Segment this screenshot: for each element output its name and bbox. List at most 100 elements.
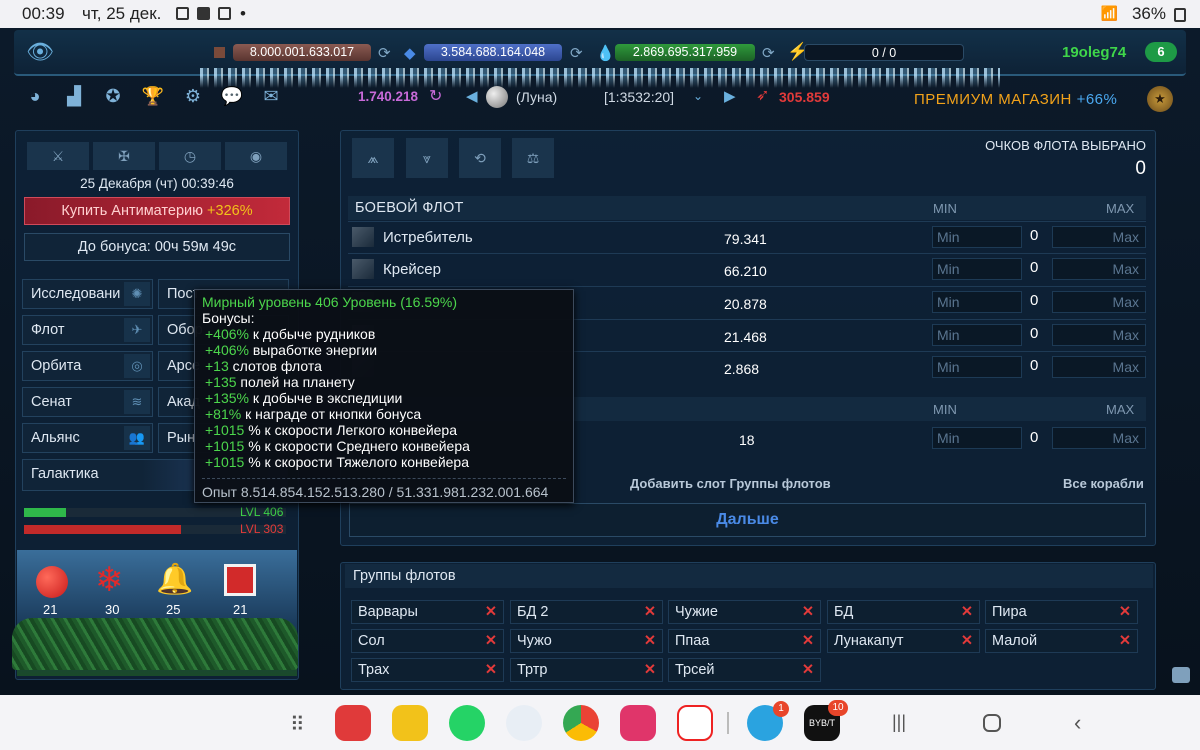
delete-icon[interactable]: ✕ — [802, 659, 814, 681]
fleet-group-item[interactable]: Сол ✕ — [351, 629, 504, 653]
fleet-group-item[interactable]: Малой ✕ — [985, 629, 1138, 653]
camera-app-icon[interactable] — [620, 705, 656, 741]
max-input[interactable]: Max — [1052, 356, 1146, 378]
delete-icon[interactable]: ✕ — [644, 630, 656, 652]
min-input[interactable]: Min — [932, 356, 1022, 378]
delete-icon[interactable]: ✕ — [1119, 630, 1131, 652]
delete-icon[interactable]: ✕ — [644, 601, 656, 623]
max-input[interactable]: Max — [1052, 258, 1146, 280]
planet-name[interactable]: (Луна) — [516, 89, 557, 105]
min-input[interactable]: Min — [932, 324, 1022, 346]
max-input[interactable]: Max — [1052, 324, 1146, 346]
planet-coords[interactable]: [1:3532:20] — [604, 89, 674, 105]
min-input[interactable]: Min — [932, 226, 1022, 248]
fleet-group-item[interactable]: БД 2 ✕ — [510, 600, 663, 624]
fleet-group-item[interactable]: Пира ✕ — [985, 600, 1138, 624]
formation-icon[interactable]: ⩕ — [352, 138, 394, 178]
ship-quantity-value[interactable]: 0 — [1030, 357, 1038, 374]
min-input[interactable]: Min — [932, 291, 1022, 313]
recents-button[interactable]: ||| — [892, 712, 906, 733]
planet-icon[interactable]: ◕ — [22, 84, 48, 108]
points-value: 305.859 — [779, 89, 830, 105]
delete-icon[interactable]: ✕ — [961, 601, 973, 623]
waves-icon: ≋ — [124, 390, 150, 414]
fleet-group-item[interactable]: Тртр ✕ — [510, 658, 663, 682]
min-input[interactable]: Min — [932, 427, 1022, 449]
menu-research[interactable]: Исследовани ✺ — [22, 279, 153, 309]
attack-formation-icon[interactable]: ⩔ — [406, 138, 448, 178]
back-button[interactable]: ‹ — [1074, 710, 1081, 736]
fleet-group-item[interactable]: Варвары ✕ — [351, 600, 504, 624]
clock-icon[interactable]: ◷ — [159, 142, 221, 170]
bells-icon[interactable]: 🔔 — [156, 562, 193, 597]
premium-medal-icon[interactable]: ★ — [1147, 86, 1173, 112]
scales-icon[interactable]: ⚖ — [512, 138, 554, 178]
refresh-icon[interactable]: ⟳ — [762, 44, 775, 62]
chat-bubble-icon[interactable] — [1172, 667, 1190, 683]
delete-icon[interactable]: ✕ — [802, 601, 814, 623]
eye-logo-icon[interactable]: 👁 — [26, 40, 62, 64]
prev-planet-icon[interactable]: ◀ — [466, 87, 478, 105]
ship-quantity-value[interactable]: 0 — [1030, 292, 1038, 309]
youtube-icon[interactable] — [677, 705, 713, 741]
fleet-group-item[interactable]: БД ✕ — [827, 600, 980, 624]
refresh-icon[interactable]: ⟳ — [378, 44, 391, 62]
fleet-group-item[interactable]: Чужие ✕ — [668, 600, 821, 624]
ship-quantity-value[interactable]: 0 — [1030, 227, 1038, 244]
max-input[interactable]: Max — [1052, 427, 1146, 449]
fleet-group-item[interactable]: Трах ✕ — [351, 658, 504, 682]
premium-shop-link[interactable]: ПРЕМИУМ МАГАЗИН +66% — [914, 91, 1117, 108]
cycle-formation-icon[interactable]: ⟲ — [459, 138, 501, 178]
stats-icon[interactable]: ▟ — [61, 84, 87, 108]
delete-icon[interactable]: ✕ — [961, 630, 973, 652]
app-drawer-icon[interactable]: ⠿ — [290, 712, 307, 737]
refresh-icon[interactable]: ⟳ — [570, 44, 583, 62]
fleet-group-item[interactable]: Трсей ✕ — [668, 658, 821, 682]
gift-icon[interactable] — [224, 564, 256, 596]
fleet-group-item[interactable]: Чужо ✕ — [510, 629, 663, 653]
max-input[interactable]: Max — [1052, 226, 1146, 248]
player-name[interactable]: 19oleg74 — [1062, 44, 1126, 61]
eye-icon[interactable]: ◉ — [225, 142, 287, 170]
delete-icon[interactable]: ✕ — [1119, 601, 1131, 623]
all-ships-link[interactable]: Все корабли — [1063, 476, 1144, 491]
sword-icon[interactable]: ⚔ — [27, 142, 89, 170]
rank-icon[interactable]: ✪ — [100, 84, 126, 108]
mail-icon[interactable]: ✉ — [258, 84, 284, 108]
menu-alliance[interactable]: Альянс 👥 — [22, 423, 153, 453]
min-input[interactable]: Min — [932, 258, 1022, 280]
next-planet-icon[interactable]: ▶ — [724, 87, 736, 105]
moon-icon[interactable] — [486, 86, 508, 108]
trophy-icon[interactable]: 🏆 — [140, 84, 166, 108]
delete-icon[interactable]: ✕ — [485, 630, 497, 652]
ship-quantity-value[interactable]: 0 — [1030, 259, 1038, 276]
menu-senate[interactable]: Сенат ≋ — [22, 387, 153, 417]
buy-antimatter-button[interactable]: Купить Антиматерию +326% — [24, 197, 290, 225]
menu-orbit[interactable]: Орбита ◎ — [22, 351, 153, 381]
planet-dropdown-icon[interactable]: ⌄ — [693, 89, 703, 103]
settings-icon[interactable]: ⚙ — [180, 84, 206, 108]
browser-icon[interactable] — [506, 705, 542, 741]
add-fleet-group-slot[interactable]: Добавить слот Группы флотов — [630, 476, 831, 491]
delete-icon[interactable]: ✕ — [485, 659, 497, 681]
ornament-icon[interactable] — [36, 566, 68, 598]
delete-icon[interactable]: ✕ — [485, 601, 497, 623]
max-input[interactable]: Max — [1052, 291, 1146, 313]
delete-icon[interactable]: ✕ — [644, 659, 656, 681]
fleet-group-item[interactable]: Лунакапут ✕ — [827, 629, 980, 653]
delete-icon[interactable]: ✕ — [802, 630, 814, 652]
snowflake-icon[interactable]: ❄ — [95, 560, 124, 600]
chat-icon[interactable]: 💬 — [219, 84, 245, 108]
ship-quantity-value[interactable]: 0 — [1030, 325, 1038, 342]
fleet-group-item[interactable]: Ппаа ✕ — [668, 629, 821, 653]
whatsapp-icon[interactable] — [449, 705, 485, 741]
home-button[interactable] — [983, 714, 1001, 732]
bonus-timer-button[interactable]: До бонуса: 00ч 59м 49с — [24, 233, 290, 261]
chrome-icon[interactable] — [563, 705, 599, 741]
alliance-icon[interactable]: ✠ — [93, 142, 155, 170]
menu-fleet[interactable]: Флот ✈ — [22, 315, 153, 345]
notes-app-icon[interactable] — [335, 705, 371, 741]
ship-quantity-value[interactable]: 0 — [1030, 429, 1038, 446]
files-app-icon[interactable] — [392, 705, 428, 741]
next-button[interactable]: Дальше — [349, 503, 1146, 537]
